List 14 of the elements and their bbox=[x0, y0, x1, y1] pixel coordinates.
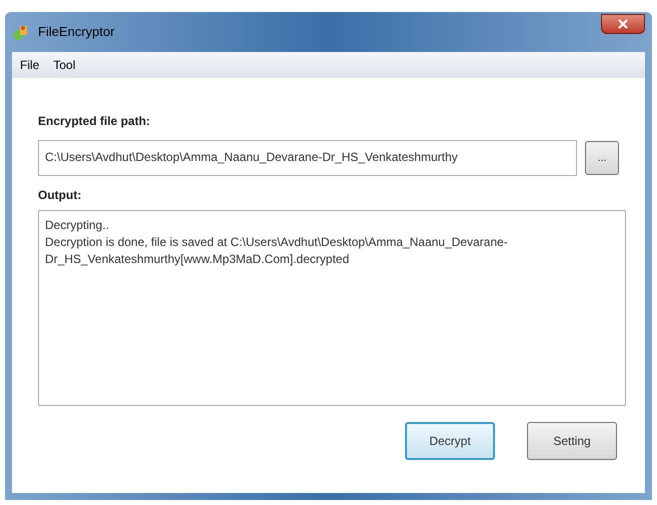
app-icon bbox=[12, 23, 30, 41]
close-icon bbox=[618, 19, 628, 29]
path-field[interactable]: C:\Users\Avdhut\Desktop\Amma_Naanu_Devarane-Dr_HS_Venkateshmurthy bbox=[38, 140, 578, 176]
output-label: Output: bbox=[38, 187, 82, 204]
output-line: Decrypting.. bbox=[45, 217, 110, 234]
menu-item[interactable]: File bbox=[14, 56, 46, 74]
output-line: Decryption is done, file is saved at C:\Users\Avdhut\Desktop\Amma_Naanu_Devarane-Dr_HS_Venkateshmurthy[www.Mp3MaD.Com].decrypted bbox=[45, 234, 509, 268]
window-title: FileEncryptor bbox=[38, 23, 115, 42]
browse-button[interactable]: ... bbox=[585, 141, 619, 175]
path-label: Encrypted file path: bbox=[38, 113, 152, 130]
decrypt-button[interactable]: Decrypt bbox=[405, 422, 495, 460]
close-button[interactable] bbox=[601, 14, 645, 34]
menu-item[interactable]: Tool bbox=[47, 56, 82, 74]
setting-button[interactable]: Setting bbox=[527, 422, 617, 460]
